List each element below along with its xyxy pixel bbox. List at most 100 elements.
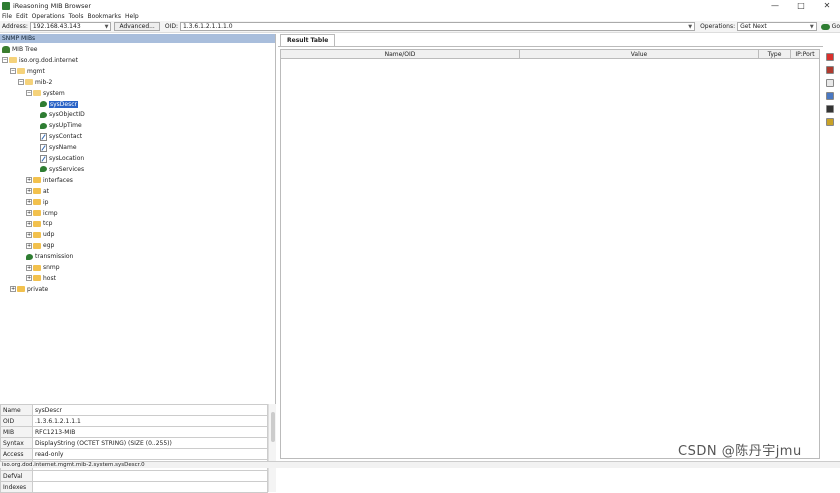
tree-node[interactable]: + at: [26, 186, 49, 197]
tree-node-label: sysDescr: [49, 100, 79, 108]
property-row: DefVal: [0, 470, 268, 482]
operations-value: Get Next: [740, 23, 767, 30]
result-tabs: Result Table: [278, 34, 823, 47]
tree-node[interactable]: sysLocation: [40, 153, 84, 164]
toolbar: Address: 192.168.43.143 ▼ Advanced... OI…: [0, 21, 840, 33]
column-name-oid[interactable]: Name/OID: [281, 50, 520, 58]
expand-icon[interactable]: +: [26, 275, 32, 282]
chevron-down-icon: ▼: [809, 23, 814, 30]
tree-node[interactable]: + tcp: [26, 218, 52, 229]
tree-node-label: sysObjectID: [49, 111, 85, 119]
tree-node[interactable]: + ip: [26, 197, 48, 208]
collapse-icon[interactable]: −: [2, 57, 8, 64]
tree-node-label: sysServices: [49, 165, 85, 173]
property-value: .1.3.6.1.2.1.1.1: [32, 415, 268, 427]
expand-icon[interactable]: +: [26, 264, 32, 271]
tree-node-label: host: [43, 274, 56, 282]
folder-icon: [33, 177, 41, 184]
menu-bookmarks[interactable]: Bookmarks: [85, 13, 123, 20]
advanced-button[interactable]: Advanced...: [114, 22, 160, 31]
folder-icon: [33, 242, 41, 249]
menu-help[interactable]: Help: [123, 13, 141, 20]
expand-icon[interactable]: +: [26, 210, 32, 216]
tree-node-label: egp: [43, 242, 55, 250]
save-icon[interactable]: [826, 66, 834, 74]
expand-icon[interactable]: +: [26, 188, 32, 195]
tree-node[interactable]: sysObjectID: [40, 109, 85, 120]
tree-node[interactable]: transmission: [26, 251, 73, 262]
close-button[interactable]: ✕: [814, 0, 840, 12]
tab-result-table[interactable]: Result Table: [280, 34, 336, 46]
tree-node[interactable]: − mib-2: [18, 77, 52, 88]
tree-node[interactable]: + icmp: [26, 208, 58, 219]
tree-node[interactable]: − system: [26, 88, 65, 99]
tree-node-label: system: [43, 89, 65, 97]
column-ip-port[interactable]: IP:Port: [791, 50, 819, 58]
folder-icon: [33, 220, 41, 227]
collapse-icon[interactable]: −: [18, 79, 24, 86]
tree-node-label: transmission: [35, 253, 74, 261]
folder-open-icon: [9, 57, 17, 64]
scroll-thumb[interactable]: [271, 412, 275, 442]
tree-node[interactable]: sysServices: [40, 164, 84, 175]
property-key: OID: [0, 415, 33, 427]
folder-open-icon: [33, 90, 41, 97]
property-value: [32, 470, 268, 482]
menu-tools[interactable]: Tools: [67, 13, 86, 20]
tree-node-label: tcp: [43, 220, 53, 228]
expand-icon[interactable]: +: [26, 199, 32, 206]
expand-icon[interactable]: +: [10, 286, 16, 293]
leaf-icon: [40, 166, 47, 173]
property-key: Syntax: [0, 437, 33, 449]
maximize-button[interactable]: □: [788, 0, 814, 12]
collapse-icon[interactable]: −: [26, 90, 32, 97]
delete-icon[interactable]: [826, 53, 834, 61]
collapse-icon[interactable]: −: [10, 68, 16, 75]
oid-combo[interactable]: 1.3.6.1.2.1.1.1.0 ▼: [179, 22, 696, 31]
tree-node-label: mib-2: [35, 78, 53, 86]
menu-file[interactable]: File: [0, 13, 14, 20]
tree-node[interactable]: sysDescr: [40, 99, 79, 110]
tree-node[interactable]: sysName: [40, 142, 77, 153]
go-button[interactable]: Go: [820, 23, 840, 30]
tree-node[interactable]: sysContact: [40, 131, 82, 142]
tree-node[interactable]: + host: [26, 273, 56, 284]
expand-icon[interactable]: +: [26, 231, 32, 238]
menu-edit[interactable]: Edit: [14, 13, 30, 20]
tree-node[interactable]: + udp: [26, 229, 54, 240]
expand-icon[interactable]: +: [26, 242, 32, 249]
tree-node-label: private: [27, 285, 49, 293]
column-value[interactable]: Value: [520, 50, 759, 58]
find-icon[interactable]: [826, 92, 834, 100]
properties-scrollbar[interactable]: [268, 404, 276, 492]
tree-node[interactable]: MIB Tree: [2, 44, 37, 55]
result-table-header: Name/OID Value Type IP:Port: [281, 50, 819, 59]
tree-node[interactable]: − iso.org.dod.internet: [2, 55, 78, 66]
address-combo[interactable]: 192.168.43.143 ▼: [29, 22, 112, 31]
writable-icon: [40, 144, 47, 153]
open-folder-icon[interactable]: [826, 118, 834, 126]
menu-operations[interactable]: Operations: [30, 13, 67, 20]
property-row: Indexes: [0, 481, 268, 493]
tree-node[interactable]: − mgmt: [10, 66, 45, 77]
tree-node[interactable]: + snmp: [26, 262, 60, 273]
column-type[interactable]: Type: [759, 50, 791, 58]
tree-node[interactable]: + interfaces: [26, 175, 73, 186]
result-table[interactable]: Name/OID Value Type IP:Port: [280, 49, 820, 459]
operations-select[interactable]: Get Next ▼: [737, 22, 817, 31]
expand-icon[interactable]: +: [26, 177, 32, 184]
leaf-icon: [40, 122, 47, 129]
camera-icon[interactable]: [826, 105, 834, 113]
tree-node[interactable]: + egp: [26, 240, 54, 251]
tree-node[interactable]: sysUpTime: [40, 120, 82, 131]
new-icon[interactable]: [826, 79, 834, 87]
minimize-button[interactable]: —: [762, 0, 788, 12]
mib-tree[interactable]: MIB Tree − iso.org.dod.internet − mgmt − mib-2…: [0, 44, 276, 369]
chevron-down-icon: ▼: [104, 23, 109, 30]
property-key: DefVal: [0, 470, 33, 482]
expand-icon[interactable]: +: [26, 220, 32, 227]
folder-icon: [33, 264, 41, 271]
app-icon: [2, 2, 10, 10]
tree-node-label: udp: [43, 231, 55, 239]
tree-node[interactable]: + private: [10, 284, 48, 295]
